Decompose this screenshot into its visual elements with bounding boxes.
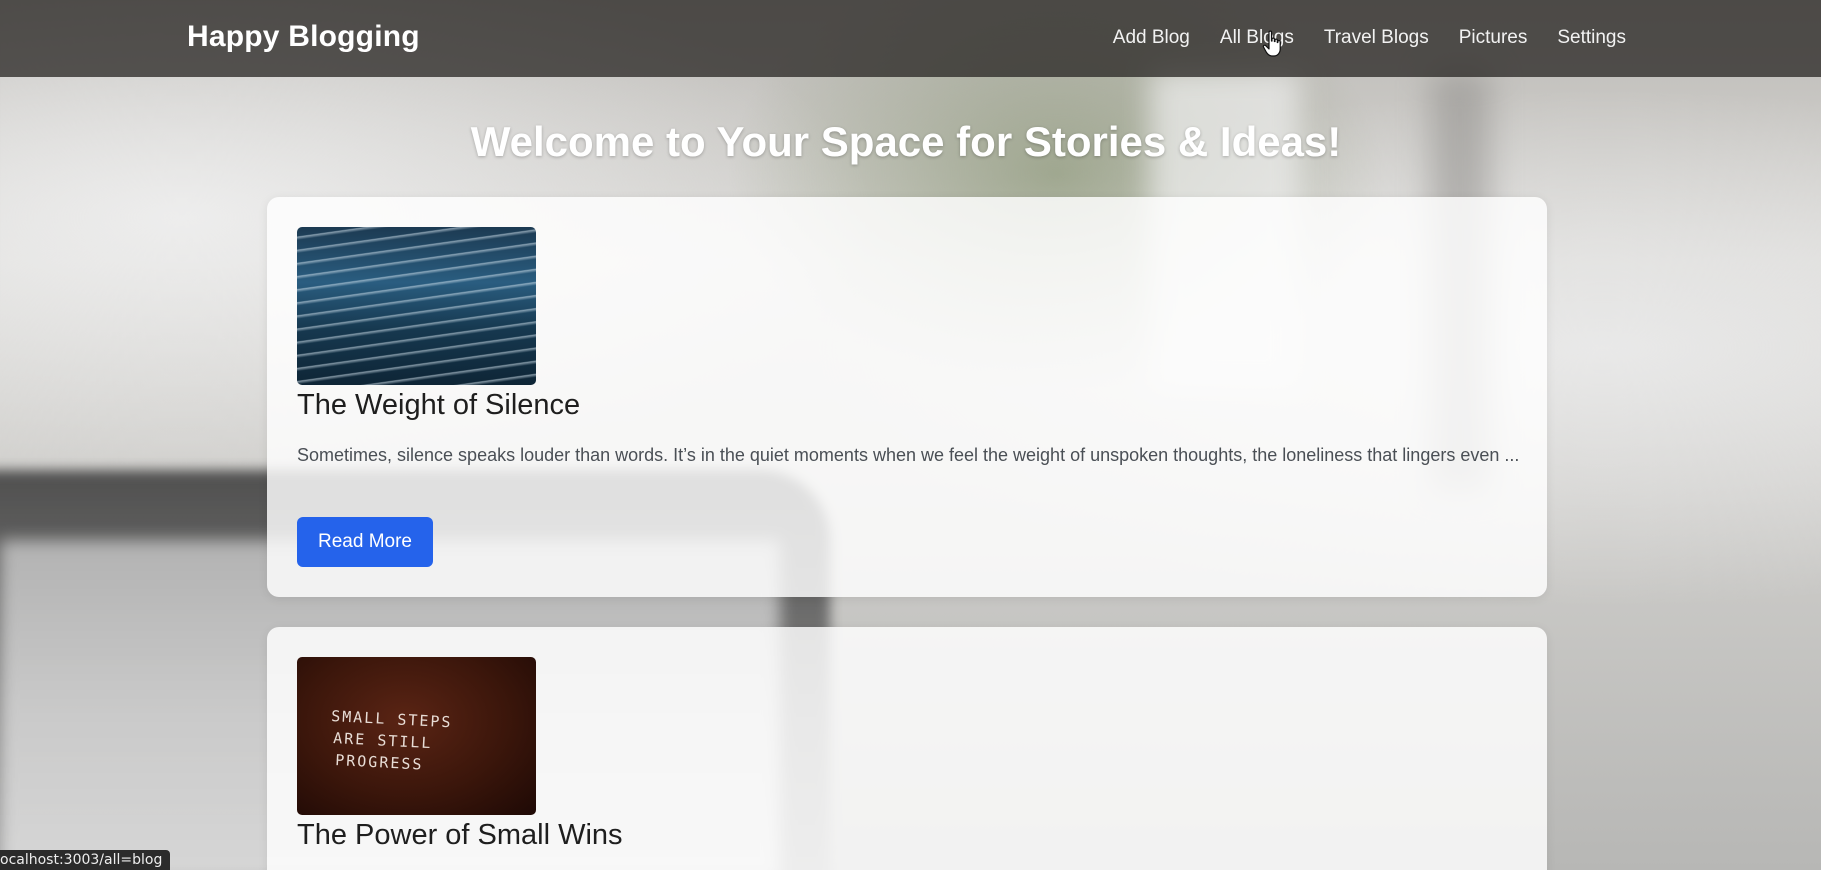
ocean-waves-image xyxy=(297,227,536,385)
blog-title: The Weight of Silence xyxy=(297,389,581,421)
blog-card: SMALL STEPS ARE STILL PROGRESS The Power… xyxy=(267,627,1547,870)
blog-excerpt: Sometimes, silence speaks louder than wo… xyxy=(297,445,1520,465)
page-title: Welcome to Your Space for Stories & Idea… xyxy=(470,118,1342,165)
nav-links: Add Blog All Blogs Travel Blogs Pictures… xyxy=(1113,27,1626,49)
read-more-button[interactable]: Read More xyxy=(297,517,433,567)
nav-travel-blogs[interactable]: Travel Blogs xyxy=(1324,27,1429,49)
hand-pointer-icon xyxy=(1262,30,1281,57)
top-navbar: Happy Blogging Add Blog All Blogs Travel… xyxy=(0,0,1821,77)
chalkboard-line-2: ARE STILL xyxy=(333,729,433,752)
nav-settings[interactable]: Settings xyxy=(1557,27,1626,49)
nav-add-blog[interactable]: Add Blog xyxy=(1113,27,1190,49)
blog-card: The Weight of Silence Sometimes, silence… xyxy=(267,197,1547,597)
chalkboard-line-3: PROGRESS xyxy=(335,751,424,774)
blog-title: The Power of Small Wins xyxy=(297,819,623,851)
nav-pictures[interactable]: Pictures xyxy=(1459,27,1528,49)
status-bar-url: ocalhost:3003/all=blog xyxy=(0,850,171,870)
chalkboard-image: SMALL STEPS ARE STILL PROGRESS xyxy=(297,657,536,815)
chalkboard-line-1: SMALL STEPS xyxy=(331,707,453,731)
brand-logo-link[interactable]: Happy Blogging xyxy=(187,20,420,54)
